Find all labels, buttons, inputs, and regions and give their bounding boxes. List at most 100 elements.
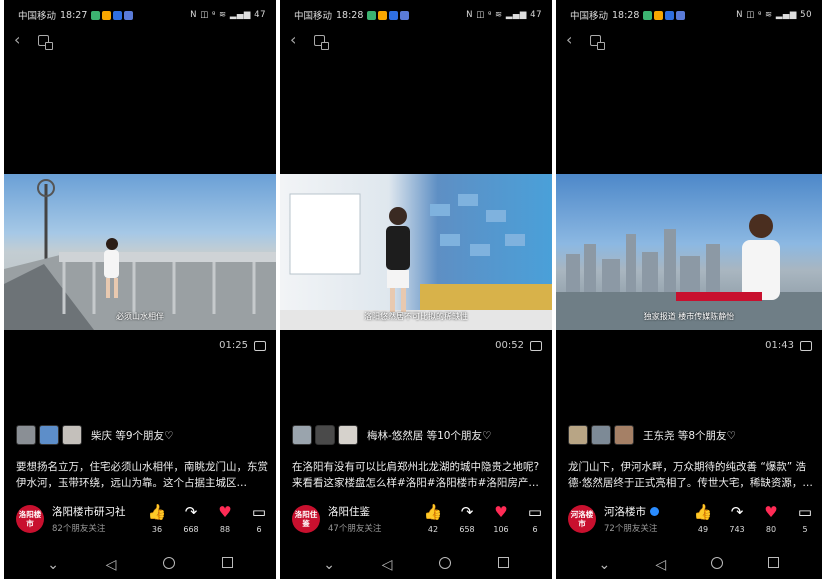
avatar [568,425,588,445]
share-icon: ↷ [460,503,474,521]
video-player[interactable]: 独家报道 楼市传媒陈静怡 [556,174,822,330]
video-description[interactable]: 在洛阳有没有可以比肩郑州北龙湖的城中隐贵之地呢? 来看看这家楼盘怎么样#洛阳#洛… [292,459,544,491]
heart-icon: ♥ [218,503,232,521]
danmaku-icon[interactable] [254,340,266,351]
comment-button[interactable]: ▭ 5 [794,504,816,534]
video-description[interactable]: 要想扬名立万，住宅必须山水相伴，南眺龙门山，东赏伊水河，玉带环绕，远山为靠。这个… [16,459,268,491]
video-subtitle: 独家报道 楼市传媒陈静怡 [643,312,735,321]
clock: 18:28 [336,9,364,21]
account-logo[interactable]: 河洛楼市 [568,505,596,533]
back-icon[interactable]: ‹ [290,32,296,48]
carrier-label: 中国移动 [18,11,57,22]
video-player[interactable]: 洛阳悠然居不可比拟的稀缺性 [280,174,552,330]
video-duration-row: 01:43 [765,340,812,351]
followers-count: 47个朋友关注 [328,524,382,534]
account-info[interactable]: 洛阳住鉴 47个朋友关注 [328,504,381,534]
friends-row[interactable]: 梅林-悠然居 等10个朋友♡ [292,425,491,445]
share-button[interactable]: ↷ 743 [726,504,748,534]
video-frame-illustration [556,214,822,330]
clock: 18:28 [612,9,640,21]
friends-row[interactable]: 王东尧 等8个朋友♡ [568,425,736,445]
home-icon[interactable] [439,557,452,569]
friends-text: 王东尧 等8个朋友♡ [643,429,736,442]
share-count: 658 [459,525,475,534]
comment-icon: ▭ [251,503,267,521]
top-bar: ‹ [14,32,54,50]
status-bar: 中国移动 18:28 N ◫ ᵍ ≋ ▂▄▆ 47 [294,8,542,23]
recents-icon[interactable] [768,557,780,568]
notification-icons [643,10,686,20]
video-frame-illustration [280,193,552,330]
video-player[interactable]: 必须山水相伴 [4,174,276,330]
video-subtitle: 洛阳悠然居不可比拟的稀缺性 [364,312,468,321]
nav-back-icon[interactable]: ◁ [106,557,117,573]
account-logo[interactable]: 洛阳住鉴 [292,505,320,533]
video-frame-illustration [4,179,276,330]
share-button[interactable]: ↷ 668 [180,504,202,534]
heart-icon: ♥ [494,503,508,521]
like-count: 49 [697,525,709,534]
video-card-2: 中国移动 18:28 N ◫ ᵍ ≋ ▂▄▆ 47 ‹ 洛阳悠然居不可比拟的稀缺… [280,0,552,579]
account-info[interactable]: 河洛楼市 72个朋友关注 [604,504,659,534]
favorite-button[interactable]: ♥ 88 [214,504,236,534]
back-icon[interactable]: ‹ [14,32,20,48]
video-subtitle: 必须山水相伴 [116,312,164,321]
account-name: 洛阳楼市研习社 [52,506,126,518]
danmaku-icon[interactable] [530,340,542,351]
clock: 18:27 [60,9,88,21]
favorite-button[interactable]: ♥ 80 [760,504,782,534]
chevron-down-icon[interactable]: ⌄ [599,557,611,573]
home-icon[interactable] [163,557,176,569]
comment-button[interactable]: ▭ 6 [524,504,546,534]
like-count: 42 [427,525,439,534]
action-bar: 👍 36 ↷ 668 ♥ 88 ▭ 6 [146,504,270,534]
danmaku-icon[interactable] [800,340,812,351]
avatar [39,425,59,445]
back-icon[interactable]: ‹ [566,32,572,48]
avatar [292,425,312,445]
followers-count: 82个朋友关注 [52,524,106,534]
recents-icon[interactable] [497,557,509,568]
system-status-icons: N ◫ ᵍ ≋ ▂▄▆ 47 [466,10,542,20]
recents-icon[interactable] [221,557,233,568]
avatar [315,425,335,445]
nav-back-icon[interactable]: ◁ [382,557,393,573]
avatar [614,425,634,445]
favorite-count: 106 [493,525,509,534]
chevron-down-icon[interactable]: ⌄ [323,557,335,573]
system-nav-bar: ⌄ ◁ [280,557,552,573]
system-nav-bar: ⌄ ◁ [4,557,276,573]
float-window-icon[interactable] [590,34,606,50]
comment-button[interactable]: ▭ 6 [248,504,270,534]
like-button[interactable]: 👍 49 [692,504,714,534]
video-description[interactable]: 龙门山下，伊河水畔，万众期待的纯改善 “爆款” 浩德·悠然居终于正式亮相了。传世… [568,459,814,491]
status-bar: 中国移动 18:28 N ◫ ᵍ ≋ ▂▄▆ 50 [570,8,812,23]
favorite-count: 80 [765,525,777,534]
friends-row[interactable]: 柴庆 等9个朋友♡ [16,425,173,445]
chevron-down-icon[interactable]: ⌄ [47,557,59,573]
notification-icons [367,10,410,20]
comment-count: 6 [256,525,262,534]
heart-icon: ♥ [764,503,778,521]
top-bar: ‹ [566,32,606,50]
like-button[interactable]: 👍 36 [146,504,168,534]
account-info[interactable]: 洛阳楼市研习社 82个朋友关注 [52,504,126,534]
nav-back-icon[interactable]: ◁ [655,557,666,573]
comment-count: 6 [532,525,538,534]
account-logo[interactable]: 洛阳楼市 [16,505,44,533]
favorite-button[interactable]: ♥ 106 [490,504,512,534]
thumbs-up-icon: 👍 [147,503,167,521]
float-window-icon[interactable] [38,34,54,50]
comment-count: 5 [802,525,808,534]
favorite-count: 88 [219,525,231,534]
avatar [338,425,358,445]
home-icon[interactable] [711,557,724,569]
video-card-1: 中国移动 18:27 N ◫ ᵍ ≋ ▂▄▆ 47 ‹ 必须山水相伴 01:25 [4,0,276,579]
like-button[interactable]: 👍 42 [422,504,444,534]
share-button[interactable]: ↷ 658 [456,504,478,534]
float-window-icon[interactable] [314,34,330,50]
like-count: 36 [151,525,163,534]
friends-text: 柴庆 等9个朋友♡ [91,429,174,442]
comment-icon: ▭ [527,503,543,521]
avatar [591,425,611,445]
